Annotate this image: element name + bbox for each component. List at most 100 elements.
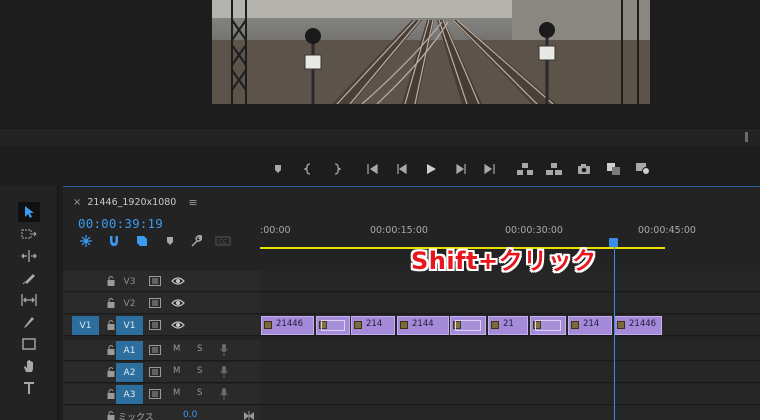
video-clip[interactable]: 2144 xyxy=(397,316,449,335)
track-header-v1[interactable]: V1 V1 xyxy=(63,315,260,336)
mute-button[interactable]: M xyxy=(173,344,180,354)
track-name[interactable]: V3 xyxy=(116,272,143,291)
nest-sequence-icon[interactable] xyxy=(78,234,94,248)
track-header-v2[interactable]: V2 xyxy=(63,293,260,314)
track-header-v3[interactable]: V3 xyxy=(63,271,260,292)
solo-button[interactable]: S xyxy=(197,344,202,354)
step-back-icon[interactable] xyxy=(391,158,413,180)
microphone-icon[interactable] xyxy=(219,365,229,379)
timeline-panel: × 21446_1920x1080 ≡ 00:00:39:19 CC :00:0… xyxy=(63,186,760,420)
sync-lock-icon[interactable] xyxy=(149,367,161,377)
linked-selection-icon[interactable] xyxy=(134,234,150,248)
export-frame-icon[interactable] xyxy=(573,158,595,180)
sync-lock-icon[interactable] xyxy=(149,320,161,330)
video-clip[interactable]: 214 xyxy=(568,316,612,335)
video-clip[interactable] xyxy=(450,316,486,335)
clip-thumbnail xyxy=(321,320,345,331)
ripple-edit-tool-icon[interactable] xyxy=(18,246,40,266)
play-icon[interactable] xyxy=(420,158,442,180)
lock-icon[interactable] xyxy=(106,319,116,331)
track-name[interactable]: V2 xyxy=(116,294,143,313)
source-patch-v1[interactable]: V1 xyxy=(72,316,99,335)
mix-track-header[interactable]: ミックス 0.0 xyxy=(63,406,260,420)
mix-volume-value[interactable]: 0.0 xyxy=(183,410,197,420)
monitor-timeline-bar[interactable] xyxy=(0,130,760,146)
lift-icon[interactable] xyxy=(514,158,536,180)
eye-icon[interactable] xyxy=(171,276,185,286)
slip-tool-icon[interactable] xyxy=(18,290,40,310)
monitor-out-marker[interactable] xyxy=(745,132,748,142)
rectangle-tool-icon[interactable] xyxy=(18,334,40,354)
track-name[interactable]: A2 xyxy=(116,363,143,382)
sync-lock-icon[interactable] xyxy=(149,276,161,286)
lock-icon[interactable] xyxy=(106,366,116,378)
track-lane-v2 xyxy=(260,293,760,314)
clip-name: 21446 xyxy=(629,319,657,329)
microphone-icon[interactable] xyxy=(219,343,229,357)
microphone-icon[interactable] xyxy=(219,387,229,401)
playhead-line[interactable] xyxy=(614,247,615,420)
eye-icon[interactable] xyxy=(171,298,185,308)
type-tool-icon[interactable] xyxy=(18,378,40,398)
lock-icon[interactable] xyxy=(106,297,116,309)
lock-icon[interactable] xyxy=(106,388,116,400)
ruler-label: 00:00:15:00 xyxy=(370,225,428,236)
mark-out-icon[interactable] xyxy=(325,158,347,180)
track-lane-a1 xyxy=(260,340,760,361)
sync-lock-icon[interactable] xyxy=(149,389,161,399)
clip-thumbnail xyxy=(535,320,561,331)
video-clip[interactable] xyxy=(530,316,566,335)
sync-lock-icon[interactable] xyxy=(149,345,161,355)
sequence-title: 21446_1920x1080 xyxy=(87,196,177,208)
go-to-out-icon[interactable] xyxy=(478,158,500,180)
track-lanes: 21446 214 2144 21 214 21446 xyxy=(260,271,760,420)
ruler-label: :00:00 xyxy=(260,225,291,236)
lock-icon[interactable] xyxy=(106,410,116,420)
video-clip[interactable]: 21446 xyxy=(614,316,662,335)
add-marker-icon[interactable] xyxy=(162,234,178,248)
mark-in-icon[interactable] xyxy=(298,158,320,180)
fx-badge-icon xyxy=(264,321,272,329)
track-select-tool-icon[interactable] xyxy=(18,224,40,244)
video-clip[interactable]: 21446 xyxy=(261,316,314,335)
video-clip[interactable]: 214 xyxy=(351,316,395,335)
track-name[interactable]: A3 xyxy=(116,385,143,404)
snap-magnet-icon[interactable] xyxy=(106,234,122,248)
playhead-timecode[interactable]: 00:00:39:19 xyxy=(78,216,163,231)
timeline-settings-wrench-icon[interactable] xyxy=(188,234,204,248)
pen-tool-icon[interactable] xyxy=(18,312,40,332)
panel-menu-icon[interactable]: ≡ xyxy=(188,196,197,209)
mute-button[interactable]: M xyxy=(173,366,180,376)
step-forward-icon[interactable] xyxy=(450,158,472,180)
track-name[interactable]: A1 xyxy=(116,341,143,360)
playhead-handle[interactable] xyxy=(609,238,618,247)
mute-button[interactable]: M xyxy=(173,388,180,398)
track-lane-mix xyxy=(260,406,760,420)
clip-thumbnail xyxy=(455,320,481,331)
lock-icon[interactable] xyxy=(106,275,116,287)
track-header-a1[interactable]: A1 M S xyxy=(63,340,260,361)
comparison-view-icon[interactable] xyxy=(603,158,625,180)
solo-button[interactable]: S xyxy=(197,388,202,398)
add-marker-icon[interactable] xyxy=(267,158,289,180)
track-header-a2[interactable]: A2 M S xyxy=(63,362,260,383)
go-to-end-icon[interactable] xyxy=(243,411,255,420)
video-clip[interactable] xyxy=(316,316,350,335)
track-name[interactable]: V1 xyxy=(116,316,143,335)
sequence-tab[interactable]: × 21446_1920x1080 ≡ xyxy=(73,194,198,210)
sync-lock-icon[interactable] xyxy=(149,298,161,308)
go-to-in-icon[interactable] xyxy=(362,158,384,180)
lock-icon[interactable] xyxy=(106,344,116,356)
close-icon[interactable]: × xyxy=(73,197,81,208)
solo-button[interactable]: S xyxy=(197,366,202,376)
eye-icon[interactable] xyxy=(171,320,185,330)
extract-icon[interactable] xyxy=(543,158,565,180)
track-header-a3[interactable]: A3 M S xyxy=(63,384,260,405)
video-clip[interactable]: 21 xyxy=(488,316,528,335)
tools-panel xyxy=(0,186,58,420)
settings-wrench-icon[interactable] xyxy=(632,158,654,180)
hand-tool-icon[interactable] xyxy=(18,356,40,376)
razor-tool-icon[interactable] xyxy=(18,268,40,288)
selection-tool-icon[interactable] xyxy=(18,202,40,222)
captions-icon[interactable]: CC xyxy=(214,234,232,248)
